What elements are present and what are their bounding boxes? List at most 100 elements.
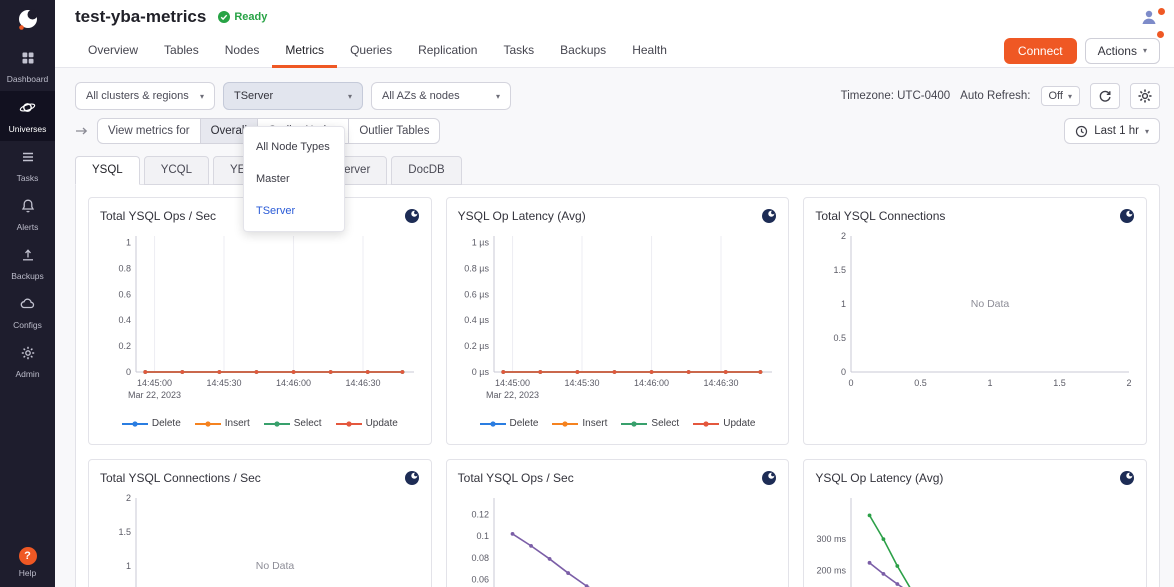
chart-title: YSQL Op Latency (Avg)	[458, 209, 586, 223]
legend-item-insert[interactable]: Insert	[195, 418, 250, 429]
main-area: test-yba-metrics Ready OverviewTablesNod…	[55, 0, 1174, 587]
actions-notification-dot	[1157, 31, 1164, 38]
auto-refresh-select[interactable]: Off ▾	[1041, 86, 1081, 106]
sidebar-item-label: Admin	[15, 369, 39, 379]
svg-text:0: 0	[849, 378, 854, 388]
legend-item-select[interactable]: Select	[264, 418, 322, 429]
chart-legend: Delete Insert Select Update	[100, 418, 420, 429]
time-range-dropdown[interactable]: Last 1 hr ▾	[1064, 118, 1160, 144]
svg-text:0: 0	[841, 367, 846, 377]
node-type-dropdown[interactable]: TServer ▾	[223, 82, 363, 110]
azs-nodes-dropdown[interactable]: All AZs & nodes ▾	[371, 82, 511, 110]
tab-replication[interactable]: Replication	[405, 34, 490, 68]
svg-text:14:45:00: 14:45:00	[137, 378, 172, 388]
metric-tab-ysql[interactable]: YSQL	[75, 156, 140, 185]
metrics-circle-icon[interactable]	[761, 208, 777, 224]
metrics-circle-icon[interactable]	[404, 470, 420, 486]
actions-button[interactable]: Actions▾	[1085, 38, 1160, 64]
chart-plot: 300 ms200 ms100 ms	[815, 488, 1137, 587]
legend-item-update[interactable]: Update	[693, 418, 755, 429]
metric-tab-ycql[interactable]: YCQL	[144, 156, 209, 185]
actions-label: Actions	[1098, 44, 1137, 58]
svg-text:0.5: 0.5	[915, 378, 928, 388]
legend-item-update[interactable]: Update	[336, 418, 398, 429]
tab-nodes[interactable]: Nodes	[212, 34, 273, 68]
tab-backups[interactable]: Backups	[547, 34, 619, 68]
svg-text:1.5: 1.5	[834, 265, 847, 275]
chart-header: Total YSQL Ops / Sec	[458, 468, 778, 488]
clusters-regions-dropdown[interactable]: All clusters & regions ▾	[75, 82, 215, 110]
svg-text:2: 2	[841, 231, 846, 241]
legend-marker-icon	[480, 420, 506, 428]
sidebar-item-help[interactable]: ? Help	[19, 547, 37, 578]
chart-plot: 1 µs0.8 µs0.6 µs0.4 µs0.2 µs0 µs14:45:00…	[458, 226, 780, 416]
tab-metrics[interactable]: Metrics	[272, 34, 337, 68]
view-option-outlier-tables[interactable]: Outlier Tables	[348, 118, 440, 144]
sidebar-nav: Dashboard Universes Tasks Alerts Backups Conf…	[0, 42, 55, 386]
svg-text:1.5: 1.5	[1054, 378, 1067, 388]
sidebar-item-configs[interactable]: Configs	[0, 288, 55, 337]
node-type-option-master[interactable]: Master	[244, 163, 344, 195]
svg-text:14:45:00: 14:45:00	[495, 378, 530, 388]
filter-right-cluster: Timezone: UTC-0400 Auto Refresh: Off ▾	[841, 83, 1160, 109]
metrics-circle-icon[interactable]	[404, 208, 420, 224]
sidebar-item-universes[interactable]: Universes	[0, 91, 55, 141]
sidebar-item-label: Backups	[11, 271, 44, 281]
svg-text:14:46:30: 14:46:30	[703, 378, 738, 388]
svg-text:2: 2	[126, 493, 131, 503]
configs-icon	[19, 296, 36, 317]
tasks-icon	[20, 149, 36, 170]
legend-label: Update	[366, 418, 398, 429]
check-circle-icon	[218, 11, 230, 23]
chart-header: YSQL Op Latency (Avg)	[815, 468, 1135, 488]
legend-item-delete[interactable]: Delete	[122, 418, 181, 429]
backup-icon	[20, 247, 36, 268]
metrics-circle-icon[interactable]	[1119, 208, 1135, 224]
connect-button[interactable]: Connect	[1004, 38, 1077, 64]
status-text: Ready	[234, 11, 267, 23]
metrics-circle-icon[interactable]	[761, 470, 777, 486]
sidebar-item-dashboard[interactable]: Dashboard	[0, 42, 55, 91]
sidebar: Dashboard Universes Tasks Alerts Backups Conf…	[0, 0, 55, 587]
metric-tab-docdb[interactable]: DocDB	[391, 156, 461, 185]
sidebar-item-tasks[interactable]: Tasks	[0, 141, 55, 190]
legend-item-delete[interactable]: Delete	[480, 418, 539, 429]
svg-text:0.2 µs: 0.2 µs	[464, 341, 489, 351]
chart-plot: 21.510.5000.511.52No Data	[100, 488, 422, 587]
sidebar-item-label: Dashboard	[7, 74, 49, 84]
svg-text:0.8: 0.8	[118, 263, 131, 273]
legend-item-select[interactable]: Select	[621, 418, 679, 429]
svg-text:14:46:30: 14:46:30	[346, 378, 381, 388]
sidebar-item-label: Universes	[9, 124, 47, 134]
tab-queries[interactable]: Queries	[337, 34, 405, 68]
tab-tables[interactable]: Tables	[151, 34, 212, 68]
yugabyte-logo-icon[interactable]	[15, 0, 41, 42]
legend-item-insert[interactable]: Insert	[552, 418, 607, 429]
metrics-circle-icon[interactable]	[1119, 470, 1135, 486]
sidebar-item-alerts[interactable]: Alerts	[0, 190, 55, 239]
sidebar-item-admin[interactable]: Admin	[0, 337, 55, 386]
tab-tasks[interactable]: Tasks	[490, 34, 547, 68]
legend-label: Insert	[582, 418, 607, 429]
charts-grid: Total YSQL Ops / Sec10.80.60.40.2014:45:…	[88, 197, 1147, 587]
tab-overview[interactable]: Overview	[75, 34, 151, 68]
svg-text:No Data: No Data	[971, 298, 1010, 310]
svg-text:0.4: 0.4	[118, 315, 131, 325]
legend-marker-icon	[336, 420, 362, 428]
expand-arrow-icon[interactable]	[75, 125, 89, 137]
sidebar-item-backups[interactable]: Backups	[0, 239, 55, 288]
chart-plot: 21.510.5000.511.52No Data	[815, 226, 1137, 416]
clusters-regions-value: All clusters & regions	[86, 90, 189, 102]
metric-tabs: YSQLYCQLYEDISTablet ServerDocDB	[75, 156, 1160, 185]
universe-tabs-row: OverviewTablesNodesMetricsQueriesReplica…	[55, 34, 1174, 68]
node-type-option-all-node-types[interactable]: All Node Types	[244, 131, 344, 163]
legend-label: Update	[723, 418, 755, 429]
user-menu[interactable]	[1140, 8, 1158, 26]
node-type-option-tserver[interactable]: TServer	[244, 195, 344, 227]
chart-card-2: Total YSQL Connections21.510.5000.511.52…	[803, 197, 1147, 445]
tab-health[interactable]: Health	[619, 34, 680, 68]
refresh-button[interactable]	[1090, 83, 1120, 109]
legend-label: Select	[651, 418, 679, 429]
metrics-settings-button[interactable]	[1130, 83, 1160, 109]
sidebar-item-label: Alerts	[17, 222, 39, 232]
